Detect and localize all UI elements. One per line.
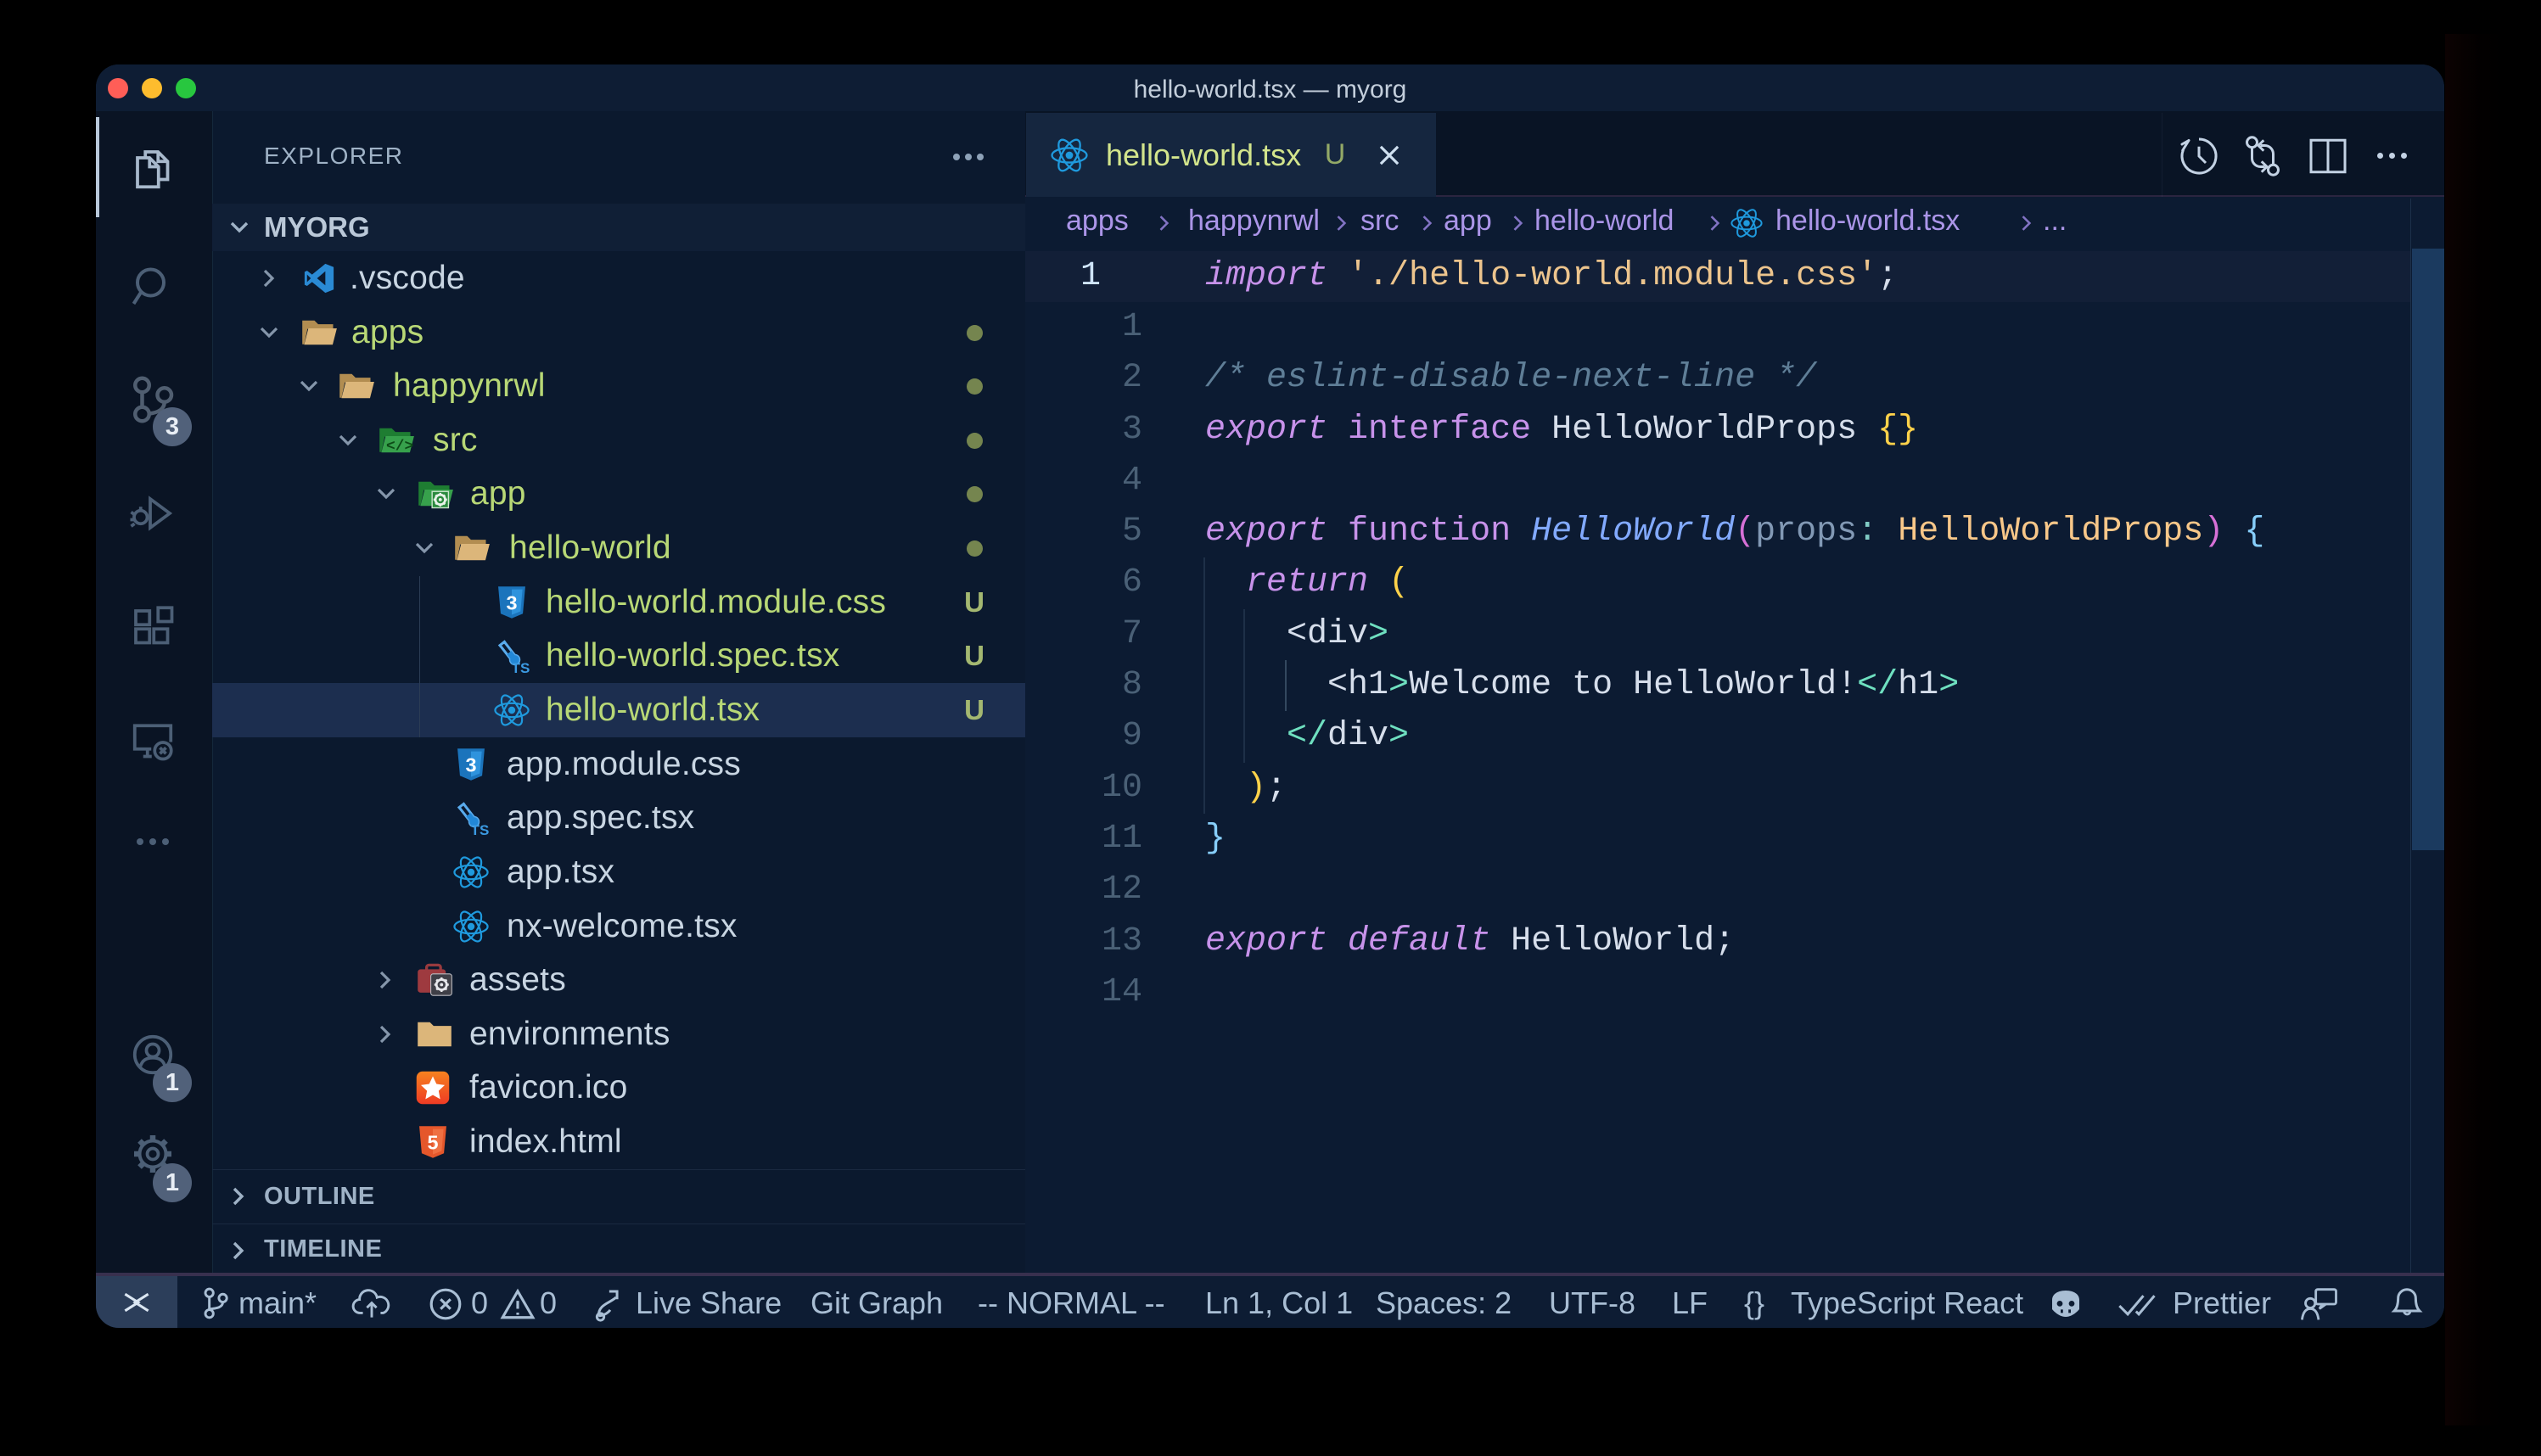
svg-text:TS: TS (471, 822, 490, 837)
svg-text:3: 3 (507, 591, 518, 613)
svg-text:3: 3 (466, 753, 477, 776)
svg-text:5: 5 (428, 1131, 439, 1153)
svg-text:</>: </> (386, 439, 413, 456)
svg-text:TS: TS (512, 660, 530, 675)
